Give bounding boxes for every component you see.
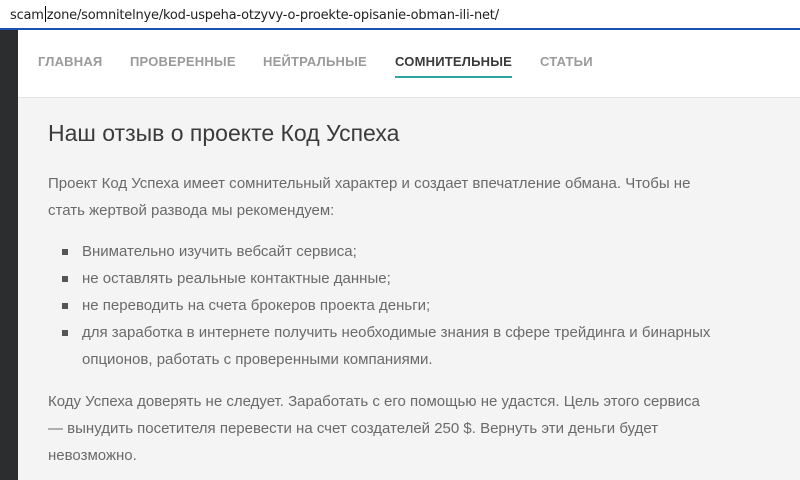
list-item-continuation: опционов, работать с проверенными компан… — [62, 346, 800, 373]
list-item-text: не переводить на счета брокеров проекта … — [82, 297, 431, 314]
conclusion-line-2: — вынудить посетителя перевести на счет … — [48, 420, 659, 437]
list-item-text: для заработка в интернете получить необх… — [82, 324, 711, 341]
conclusion-line-1: Коду Успеха доверять не следует. Заработ… — [48, 393, 700, 410]
url-rest: zone/somnitelnye/kod-uspeha-otzyvy-o-pro… — [46, 8, 499, 23]
web-page: ГЛАВНАЯ ПРОВЕРЕННЫЕ НЕЙТРАЛЬНЫЕ СОМНИТЕЛ… — [18, 30, 800, 480]
list-item-text: опционов, работать с проверенными компан… — [82, 351, 433, 368]
address-bar[interactable]: scam zone/somnitelnye/kod-uspeha-otzyvy-o… — [0, 0, 800, 30]
nav-item-suspicious[interactable]: СОМНИТЕЛЬНЫЕ — [395, 54, 513, 78]
list-item: не переводить на счета брокеров проекта … — [62, 292, 800, 319]
url-text[interactable]: scam zone/somnitelnye/kod-uspeha-otzyvy-o… — [10, 6, 499, 23]
nav-item-home[interactable]: ГЛАВНАЯ — [38, 54, 102, 69]
left-dark-strip — [0, 30, 18, 480]
recommendations-list: Внимательно изучить вебсайт сервиса; не … — [62, 238, 800, 373]
bullet-icon — [62, 249, 68, 255]
list-item-text: Внимательно изучить вебсайт сервиса; — [82, 243, 357, 260]
bullet-icon — [62, 330, 68, 336]
intro-line-1: Проект Код Успеха имеет сомнительный хар… — [48, 175, 691, 192]
list-item-text: не оставлять реальные контактные данные; — [82, 270, 391, 287]
active-tab-underline — [395, 76, 513, 78]
site-navigation: ГЛАВНАЯ ПРОВЕРЕННЫЕ НЕЙТРАЛЬНЫЕ СОМНИТЕЛ… — [18, 30, 800, 98]
nav-item-suspicious-label: СОМНИТЕЛЬНЫЕ — [395, 54, 513, 69]
nav-item-neutral[interactable]: НЕЙТРАЛЬНЫЕ — [263, 54, 367, 69]
bullet-icon — [62, 303, 68, 309]
url-prefix: scam — [10, 8, 44, 23]
conclusion-line-3: невозможно. — [48, 447, 137, 464]
text-caret — [44, 6, 46, 22]
list-item: Внимательно изучить вебсайт сервиса; — [62, 238, 800, 265]
nav-item-articles[interactable]: СТАТЬИ — [540, 54, 593, 69]
bullet-icon — [62, 276, 68, 282]
article-title: Наш отзыв о проекте Код Успеха — [48, 120, 400, 146]
list-item: не оставлять реальные контактные данные; — [62, 265, 800, 292]
intro-line-2: стать жертвой развода мы рекомендуем: — [48, 202, 335, 219]
nav-item-verified[interactable]: ПРОВЕРЕННЫЕ — [130, 54, 236, 69]
list-item: для заработка в интернете получить необх… — [62, 319, 800, 346]
